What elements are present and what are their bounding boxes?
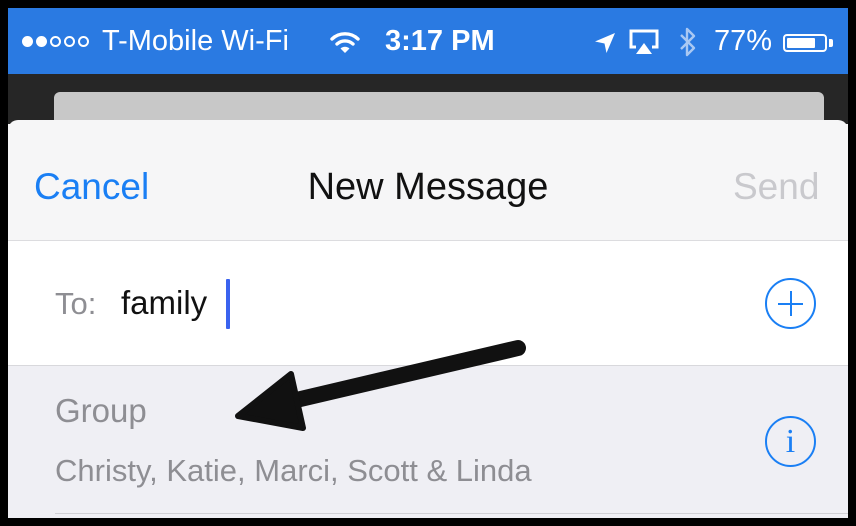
new-message-sheet: New Message Cancel Send To: family Group… bbox=[8, 120, 848, 518]
cancel-button[interactable]: Cancel bbox=[34, 164, 149, 210]
airplay-icon bbox=[629, 29, 659, 54]
signal-strength-icon bbox=[22, 36, 89, 47]
battery-percentage: 77% bbox=[714, 25, 773, 57]
send-button[interactable]: Send bbox=[733, 164, 819, 210]
recipient-field[interactable]: To: family bbox=[8, 241, 848, 366]
info-button[interactable]: i bbox=[765, 416, 816, 467]
contact-suggestion-group[interactable]: Group Christy, Katie, Marci, Scott & Lin… bbox=[8, 366, 848, 518]
bluetooth-icon bbox=[680, 27, 696, 57]
signal-dot bbox=[36, 36, 47, 47]
signal-dot bbox=[64, 36, 75, 47]
wifi-icon bbox=[330, 32, 360, 53]
phone-screen: T-Mobile Wi-Fi 3:17 PM 77% New Message C… bbox=[8, 8, 848, 518]
carrier-name: T-Mobile Wi-Fi bbox=[102, 25, 289, 57]
add-contact-button[interactable] bbox=[765, 278, 816, 329]
signal-dot bbox=[78, 36, 89, 47]
location-arrow-icon bbox=[595, 33, 615, 53]
text-caret bbox=[226, 279, 230, 329]
status-time: 3:17 PM bbox=[385, 25, 495, 57]
signal-dot bbox=[50, 36, 61, 47]
nav-bar: New Message Cancel Send bbox=[8, 120, 848, 241]
recipient-input[interactable]: family bbox=[121, 283, 207, 323]
to-label: To: bbox=[55, 286, 97, 321]
divider bbox=[55, 513, 848, 514]
status-bar: T-Mobile Wi-Fi 3:17 PM 77% bbox=[8, 8, 848, 74]
battery-level bbox=[787, 38, 815, 48]
background-dimmed bbox=[8, 74, 848, 132]
signal-dot bbox=[22, 36, 33, 47]
battery-icon bbox=[783, 34, 827, 52]
battery-nub bbox=[829, 39, 833, 47]
suggestion-title: Group bbox=[55, 392, 147, 429]
suggestion-members: Christy, Katie, Marci, Scott & Linda bbox=[55, 453, 532, 488]
